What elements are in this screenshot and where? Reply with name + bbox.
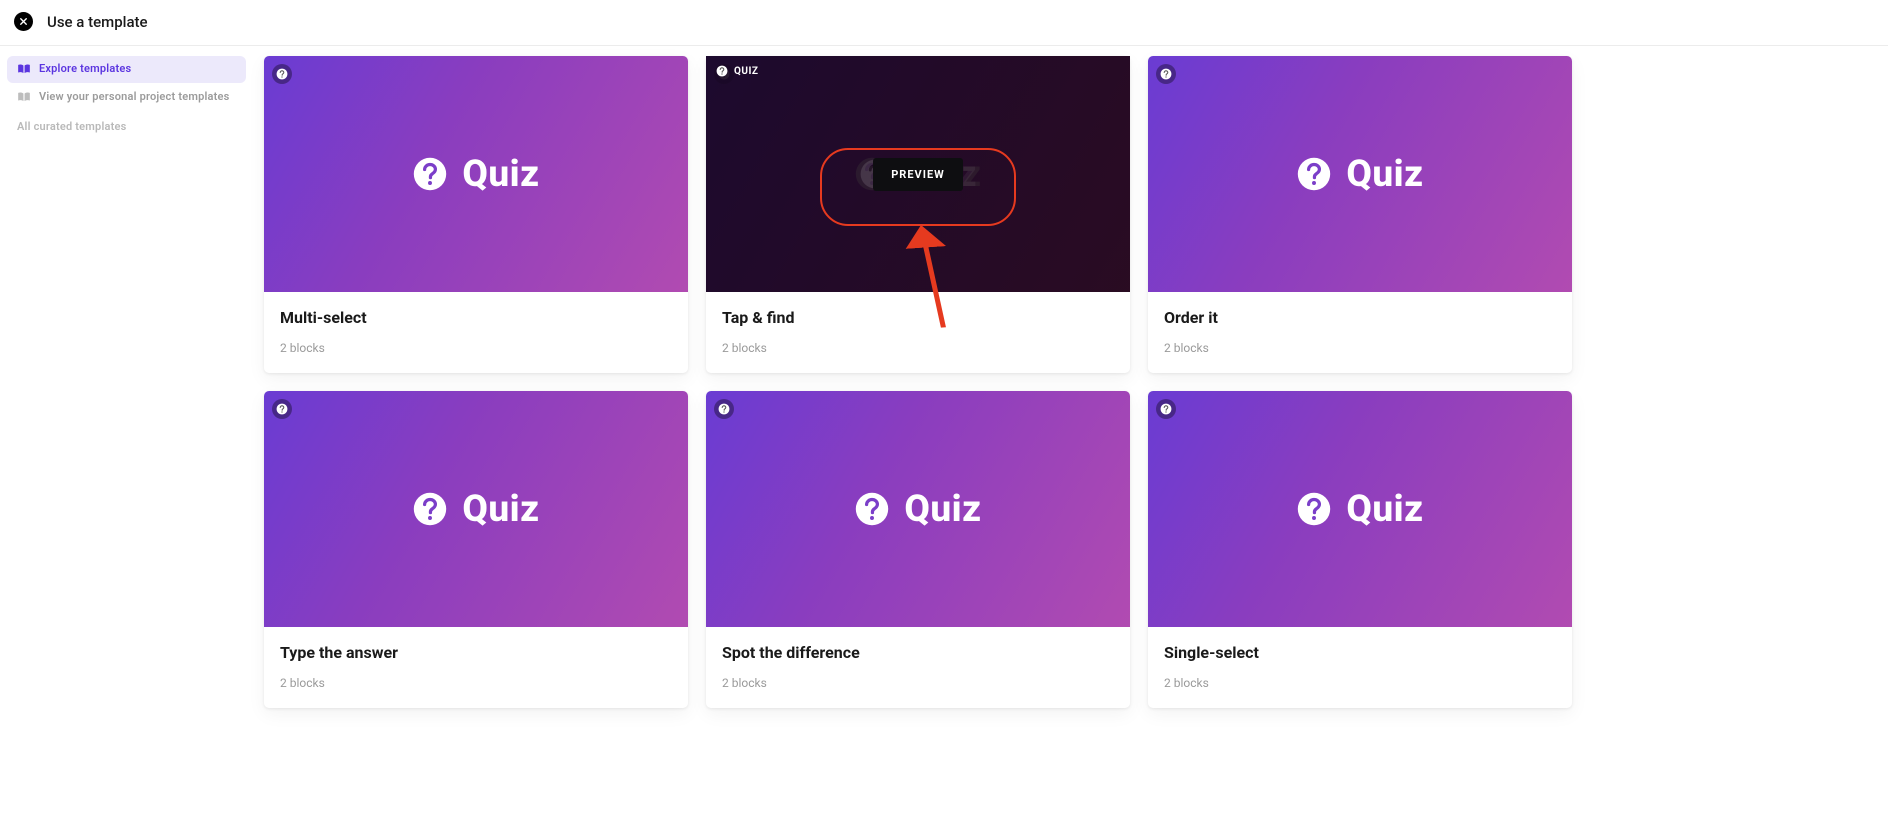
close-icon xyxy=(18,16,29,27)
sidebar: Explore templates View your personal proj… xyxy=(7,56,254,133)
template-meta: Single-select 2 blocks xyxy=(1148,627,1572,708)
category-badge xyxy=(714,399,734,419)
thumb-label: Quiz xyxy=(904,488,981,531)
question-circle-icon xyxy=(412,156,448,192)
template-card[interactable]: Quiz Type the answer 2 blocks xyxy=(264,391,688,708)
question-circle-icon xyxy=(1296,156,1332,192)
question-circle-icon xyxy=(276,68,288,80)
template-title: Tap & find xyxy=(722,308,1114,327)
sidebar-item-1[interactable]: View your personal project templates xyxy=(7,84,246,111)
question-circle-icon xyxy=(854,491,890,527)
template-thumbnail: Quiz xyxy=(1148,56,1572,292)
sidebar-heading: All curated templates xyxy=(7,112,246,133)
template-subtitle: 2 blocks xyxy=(280,341,672,355)
page-title: Use a template xyxy=(47,13,148,31)
question-circle-icon xyxy=(412,491,448,527)
category-badge xyxy=(272,64,292,84)
template-thumbnail: QuizQUIZQuizPREVIEW xyxy=(706,56,1130,292)
thumb-label: Quiz xyxy=(1346,153,1423,196)
thumb-label: Quiz xyxy=(462,488,539,531)
template-title: Single-select xyxy=(1164,643,1556,662)
thumb-label: Quiz xyxy=(462,153,539,196)
template-card[interactable]: Quiz Multi-select 2 blocks xyxy=(264,56,688,373)
template-title: Type the answer xyxy=(280,643,672,662)
template-title: Order it xyxy=(1164,308,1556,327)
hover-overlay: QUIZQuizPREVIEW xyxy=(706,56,1130,292)
template-thumbnail: Quiz xyxy=(1148,391,1572,627)
template-thumbnail: Quiz xyxy=(264,391,688,627)
category-badge xyxy=(1156,399,1176,419)
book-icon xyxy=(17,91,31,103)
category-badge xyxy=(272,399,292,419)
template-subtitle: 2 blocks xyxy=(722,341,1114,355)
template-meta: Type the answer 2 blocks xyxy=(264,627,688,708)
question-circle-icon xyxy=(1160,68,1172,80)
question-circle-icon xyxy=(718,403,730,415)
template-subtitle: 2 blocks xyxy=(280,676,672,690)
preview-button[interactable]: PREVIEW xyxy=(873,158,963,191)
sidebar-item-label: Explore templates xyxy=(39,62,131,77)
template-subtitle: 2 blocks xyxy=(1164,676,1556,690)
question-circle-icon xyxy=(1160,403,1172,415)
template-meta: Order it 2 blocks xyxy=(1148,292,1572,373)
template-meta: Multi-select 2 blocks xyxy=(264,292,688,373)
template-card[interactable]: Quiz Spot the difference 2 blocks xyxy=(706,391,1130,708)
close-button[interactable] xyxy=(14,12,33,31)
template-thumbnail: Quiz xyxy=(706,391,1130,627)
question-circle-icon xyxy=(276,403,288,415)
thumb-label: Quiz xyxy=(1346,488,1423,531)
template-card[interactable]: Quiz Order it 2 blocks xyxy=(1148,56,1572,373)
template-thumbnail: Quiz xyxy=(264,56,688,292)
book-icon xyxy=(17,63,31,75)
category-badge xyxy=(1156,64,1176,84)
template-subtitle: 2 blocks xyxy=(1164,341,1556,355)
template-meta: Spot the difference 2 blocks xyxy=(706,627,1130,708)
sidebar-item-label: View your personal project templates xyxy=(39,90,230,105)
sidebar-item-0[interactable]: Explore templates xyxy=(7,56,246,83)
template-meta: Tap & find 2 blocks xyxy=(706,292,1130,373)
template-subtitle: 2 blocks xyxy=(722,676,1114,690)
template-card[interactable]: QuizQUIZQuizPREVIEW Tap & find 2 blocks xyxy=(706,56,1130,373)
question-circle-icon xyxy=(1296,491,1332,527)
templates-grid: QuizMulti-select2 blocksQuizQUIZQuizPREV… xyxy=(254,56,1881,708)
template-card[interactable]: Quiz Single-select 2 blocks xyxy=(1148,391,1572,708)
template-title: Multi-select xyxy=(280,308,672,327)
template-title: Spot the difference xyxy=(722,643,1114,662)
